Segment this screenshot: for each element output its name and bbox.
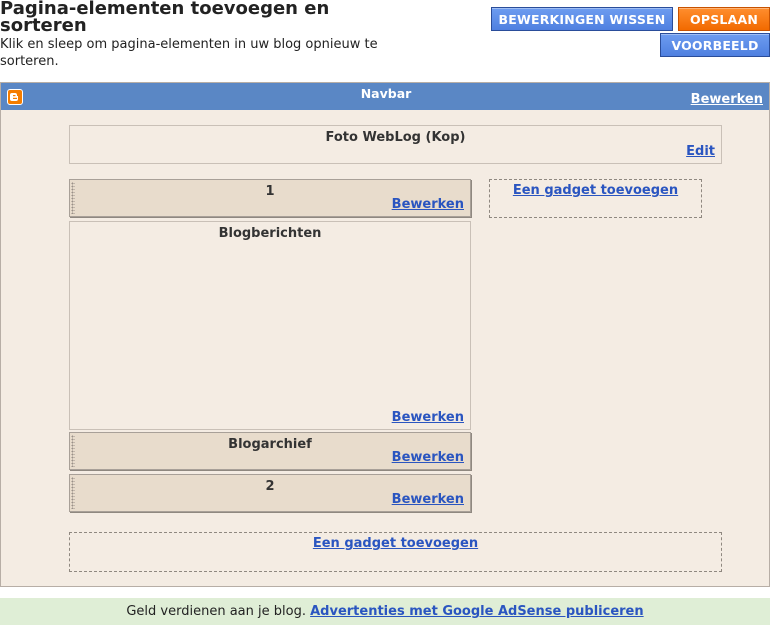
save-button[interactable]: OPSLAAN	[678, 7, 770, 31]
blog-archive-widget[interactable]: Blogarchief Bewerken	[69, 432, 471, 470]
navbar-edit-link[interactable]: Bewerken	[691, 92, 763, 107]
navbar-title: Navbar	[360, 86, 412, 101]
sidebar-add-gadget-link[interactable]: Een gadget toevoegen	[490, 183, 701, 198]
adsense-footer: Geld verdienen aan je blog. Advertenties…	[0, 598, 770, 625]
gadget-1-edit-link[interactable]: Bewerken	[392, 197, 464, 212]
blog-archive-edit-link[interactable]: Bewerken	[392, 450, 464, 465]
bottom-add-gadget-link[interactable]: Een gadget toevoegen	[70, 536, 721, 551]
gadget-2-edit-link[interactable]: Bewerken	[392, 492, 464, 507]
clear-edits-button[interactable]: BEWERKINGEN WISSEN	[491, 7, 673, 31]
blog-posts-widget: Blogberichten Bewerken	[69, 221, 471, 430]
bottom-add-gadget-area: Een gadget toevoegen	[69, 532, 722, 572]
page-title: Pagina-elementen toevoegen en sorteren	[0, 0, 330, 36]
header-widget-edit-link[interactable]: Edit	[686, 144, 715, 159]
header-widget-title: Foto WebLog (Kop)	[325, 130, 466, 145]
gadget-1-widget[interactable]: 1 Bewerken	[69, 179, 471, 217]
adsense-link[interactable]: Advertenties met Google AdSense publicer…	[310, 604, 644, 619]
blog-posts-edit-link[interactable]: Bewerken	[392, 410, 464, 425]
preview-button[interactable]: VOORBEELD	[660, 33, 770, 57]
page-layout-editor: Navbar Bewerken Foto WebLog (Kop) Edit 1…	[0, 82, 770, 587]
sidebar-add-gadget-area: Een gadget toevoegen	[489, 179, 702, 218]
page-subtitle: Klik en sleep om pagina-elementen in uw …	[0, 37, 378, 69]
navbar-widget: Navbar Bewerken	[1, 83, 769, 110]
gadget-2-widget[interactable]: 2 Bewerken	[69, 474, 471, 512]
blog-posts-title: Blogberichten	[218, 226, 322, 241]
header-widget: Foto WebLog (Kop) Edit	[69, 125, 722, 164]
footer-text: Geld verdienen aan je blog.	[126, 604, 306, 619]
